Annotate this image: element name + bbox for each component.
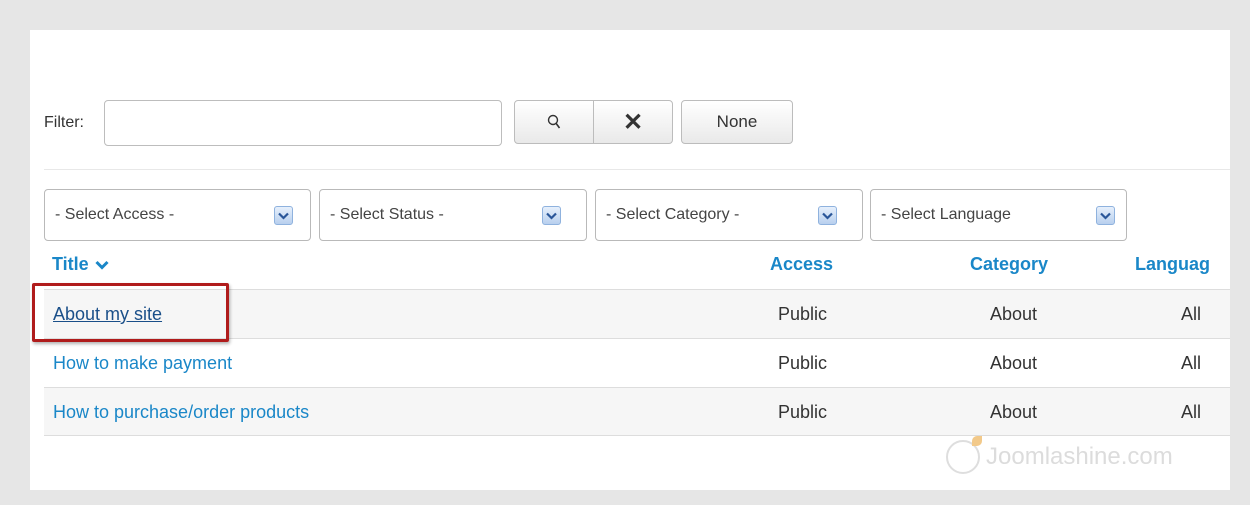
sort-chevron-down-icon bbox=[95, 260, 109, 270]
chevron-down-icon bbox=[818, 206, 837, 225]
clear-button[interactable]: ✕ bbox=[593, 100, 673, 144]
article-title-link[interactable]: How to make payment bbox=[53, 353, 232, 374]
article-picker-panel: Filter: ✕ None - Select Access - - Selec… bbox=[30, 30, 1230, 490]
category-cell: About bbox=[990, 304, 1038, 324]
select-access-value: - Select Access - bbox=[55, 206, 175, 223]
select-language[interactable]: - Select Language bbox=[870, 189, 1127, 241]
access-cell: Public bbox=[778, 353, 828, 373]
search-icon bbox=[547, 114, 561, 129]
access-cell: Public bbox=[778, 402, 828, 422]
select-status-value: - Select Status - bbox=[330, 206, 444, 223]
select-status[interactable]: - Select Status - bbox=[319, 189, 587, 241]
divider bbox=[44, 169, 1230, 170]
chevron-down-icon bbox=[542, 206, 561, 225]
column-header-access[interactable]: Access bbox=[770, 254, 833, 275]
access-cell: Public bbox=[778, 304, 828, 324]
select-access[interactable]: - Select Access - bbox=[44, 189, 311, 241]
filter-input[interactable] bbox=[104, 100, 502, 146]
search-button[interactable] bbox=[514, 100, 594, 144]
close-icon: ✕ bbox=[622, 108, 644, 136]
language-cell: All bbox=[1181, 402, 1202, 422]
column-header-category[interactable]: Category bbox=[970, 254, 1048, 275]
select-category[interactable]: - Select Category - bbox=[595, 189, 863, 241]
none-button[interactable]: None bbox=[681, 100, 793, 144]
column-header-title[interactable]: Title bbox=[52, 254, 109, 275]
watermark-text: Joomlashine.com bbox=[986, 443, 1173, 470]
language-cell: All bbox=[1181, 353, 1202, 373]
none-button-label: None bbox=[716, 112, 758, 131]
chevron-down-icon bbox=[274, 206, 293, 225]
category-cell: About bbox=[990, 353, 1038, 373]
select-language-value: - Select Language bbox=[881, 206, 1011, 223]
article-title-link[interactable]: How to purchase/order products bbox=[53, 402, 309, 423]
column-header-title-label: Title bbox=[52, 254, 89, 274]
category-cell: About bbox=[990, 402, 1038, 422]
chevron-down-icon bbox=[1096, 206, 1115, 225]
select-category-value: - Select Category - bbox=[606, 206, 740, 223]
table-row: How to purchase/order products Public Ab… bbox=[44, 387, 1230, 436]
filter-label: Filter: bbox=[44, 114, 84, 131]
watermark-logo-icon bbox=[946, 436, 982, 474]
column-header-language[interactable]: Languag bbox=[1135, 254, 1210, 275]
highlight-box bbox=[32, 283, 229, 342]
language-cell: All bbox=[1181, 304, 1202, 324]
watermark: Joomlashine.com bbox=[946, 436, 1173, 474]
table-bottom-border bbox=[44, 435, 1230, 436]
table-row: How to make payment Public About All bbox=[44, 338, 1230, 387]
